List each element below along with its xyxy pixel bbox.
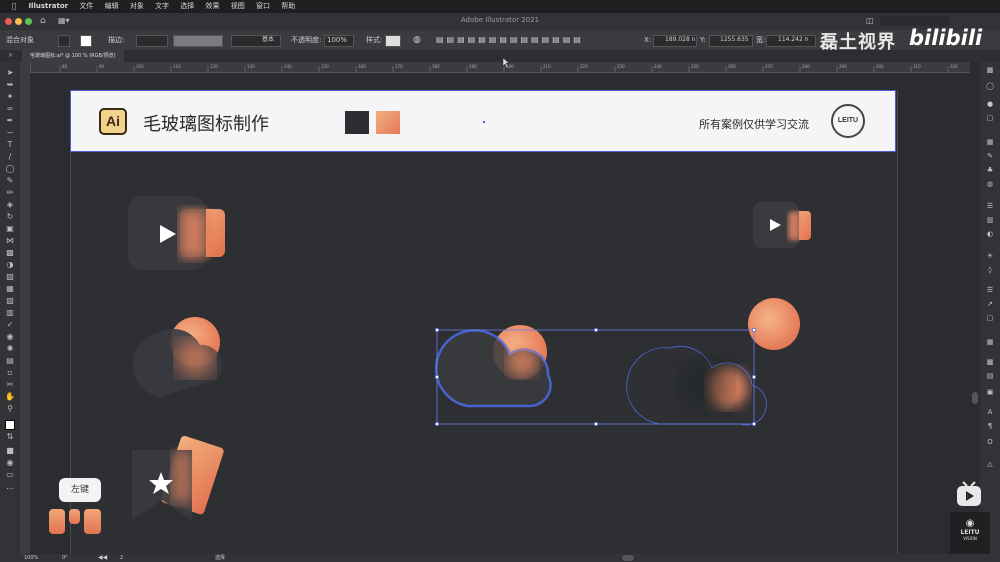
handle-middle-right[interactable]	[752, 375, 756, 379]
color-guide-icon[interactable]: ▢	[985, 114, 995, 122]
bookmark-glass-icon[interactable]	[132, 435, 225, 520]
cloud-icon-selected[interactable]	[434, 325, 552, 408]
graphic-styles-icon[interactable]: ◍	[985, 180, 995, 188]
image-trace-icon[interactable]: ◊	[985, 266, 995, 274]
status-bar: 100% 0° ◀◀ 2 选择	[0, 554, 1000, 562]
leitu-corner-icon: ◉	[965, 518, 975, 529]
brushes-panel-icon[interactable]: ✎	[985, 152, 995, 160]
small-video-overlap	[788, 212, 800, 240]
opentype-panel-icon[interactable]: O	[985, 438, 995, 446]
swatches-panel-icon[interactable]: ▦	[985, 138, 995, 146]
cloud-glow	[177, 340, 213, 376]
navigator-panel-icon[interactable]: △	[985, 460, 995, 468]
handle-top-center[interactable]	[594, 328, 598, 332]
video-glass-icon-large[interactable]	[128, 196, 225, 270]
rotation-value[interactable]: 0°	[62, 554, 68, 562]
transform-panel-icon[interactable]: ▩	[985, 358, 995, 366]
layers-panel-icon[interactable]: ☰	[985, 286, 995, 294]
stroke-panel-icon[interactable]: ☰	[985, 202, 995, 210]
handle-bottom-right[interactable]	[752, 422, 756, 426]
vertical-scroll-thumb[interactable]	[972, 392, 978, 404]
transparency-panel-icon[interactable]: ◐	[985, 230, 995, 238]
bookmark-glow	[172, 452, 192, 502]
video-glass-icon-small[interactable]	[753, 202, 811, 248]
properties-panel-icon[interactable]: ▩	[985, 66, 995, 74]
selected-cloud-glow	[507, 347, 537, 377]
cloud-icon-blurred[interactable]	[626, 346, 767, 426]
mouse-left-button-icon	[49, 509, 65, 534]
paragraph-panel-icon[interactable]: ¶	[985, 422, 995, 430]
align-panel-icon[interactable]: ▤	[985, 372, 995, 380]
symbols-panel-icon[interactable]: ♣	[985, 166, 995, 174]
leitu-corner-logo: ◉ LEITU VISION	[950, 512, 990, 554]
orange-circle[interactable]	[748, 298, 800, 350]
mouse-cursor-icon	[502, 57, 510, 69]
artboards-panel-icon[interactable]: ▢	[985, 314, 995, 322]
horizontal-scroll-thumb[interactable]	[622, 555, 634, 561]
character-panel-icon[interactable]: A	[985, 408, 995, 416]
libraries-panel-icon[interactable]: ◯	[985, 82, 995, 90]
current-tool-label: 选择	[215, 555, 226, 561]
handle-top-right[interactable]	[752, 328, 756, 332]
blurred-cloud-shadow	[679, 359, 731, 411]
video-glass-overlap	[180, 210, 206, 258]
mouse-right-button-icon	[84, 509, 101, 534]
handle-bottom-center[interactable]	[594, 422, 598, 426]
handle-middle-left[interactable]	[435, 375, 439, 379]
first-page-icon[interactable]: ◀◀	[98, 554, 107, 562]
zoom-value[interactable]: 100%	[24, 554, 38, 562]
handle-bottom-left[interactable]	[435, 422, 439, 426]
color-panel-icon[interactable]: ●	[985, 100, 995, 108]
mouse-wheel-icon	[69, 509, 80, 524]
artwork-layer	[128, 57, 811, 520]
leitu-corner-text: LEITU	[960, 529, 980, 536]
links-panel-icon[interactable]: ▣	[985, 388, 995, 396]
appearance-panel-icon[interactable]: ☀	[985, 252, 995, 260]
page-number[interactable]: 2	[120, 554, 123, 562]
asset-export-icon[interactable]: ↗	[985, 300, 995, 308]
key-hint-tooltip: 左键	[59, 478, 101, 502]
pathfinder-panel-icon[interactable]: ▦	[985, 338, 995, 346]
cloud-glass-icon-large[interactable]	[132, 317, 222, 397]
bilibili-play-badge	[957, 481, 981, 506]
gradient-panel-icon[interactable]: ▥	[985, 216, 995, 224]
handle-top-left[interactable]	[435, 328, 439, 332]
leitu-corner-sub: VISION	[963, 536, 977, 541]
